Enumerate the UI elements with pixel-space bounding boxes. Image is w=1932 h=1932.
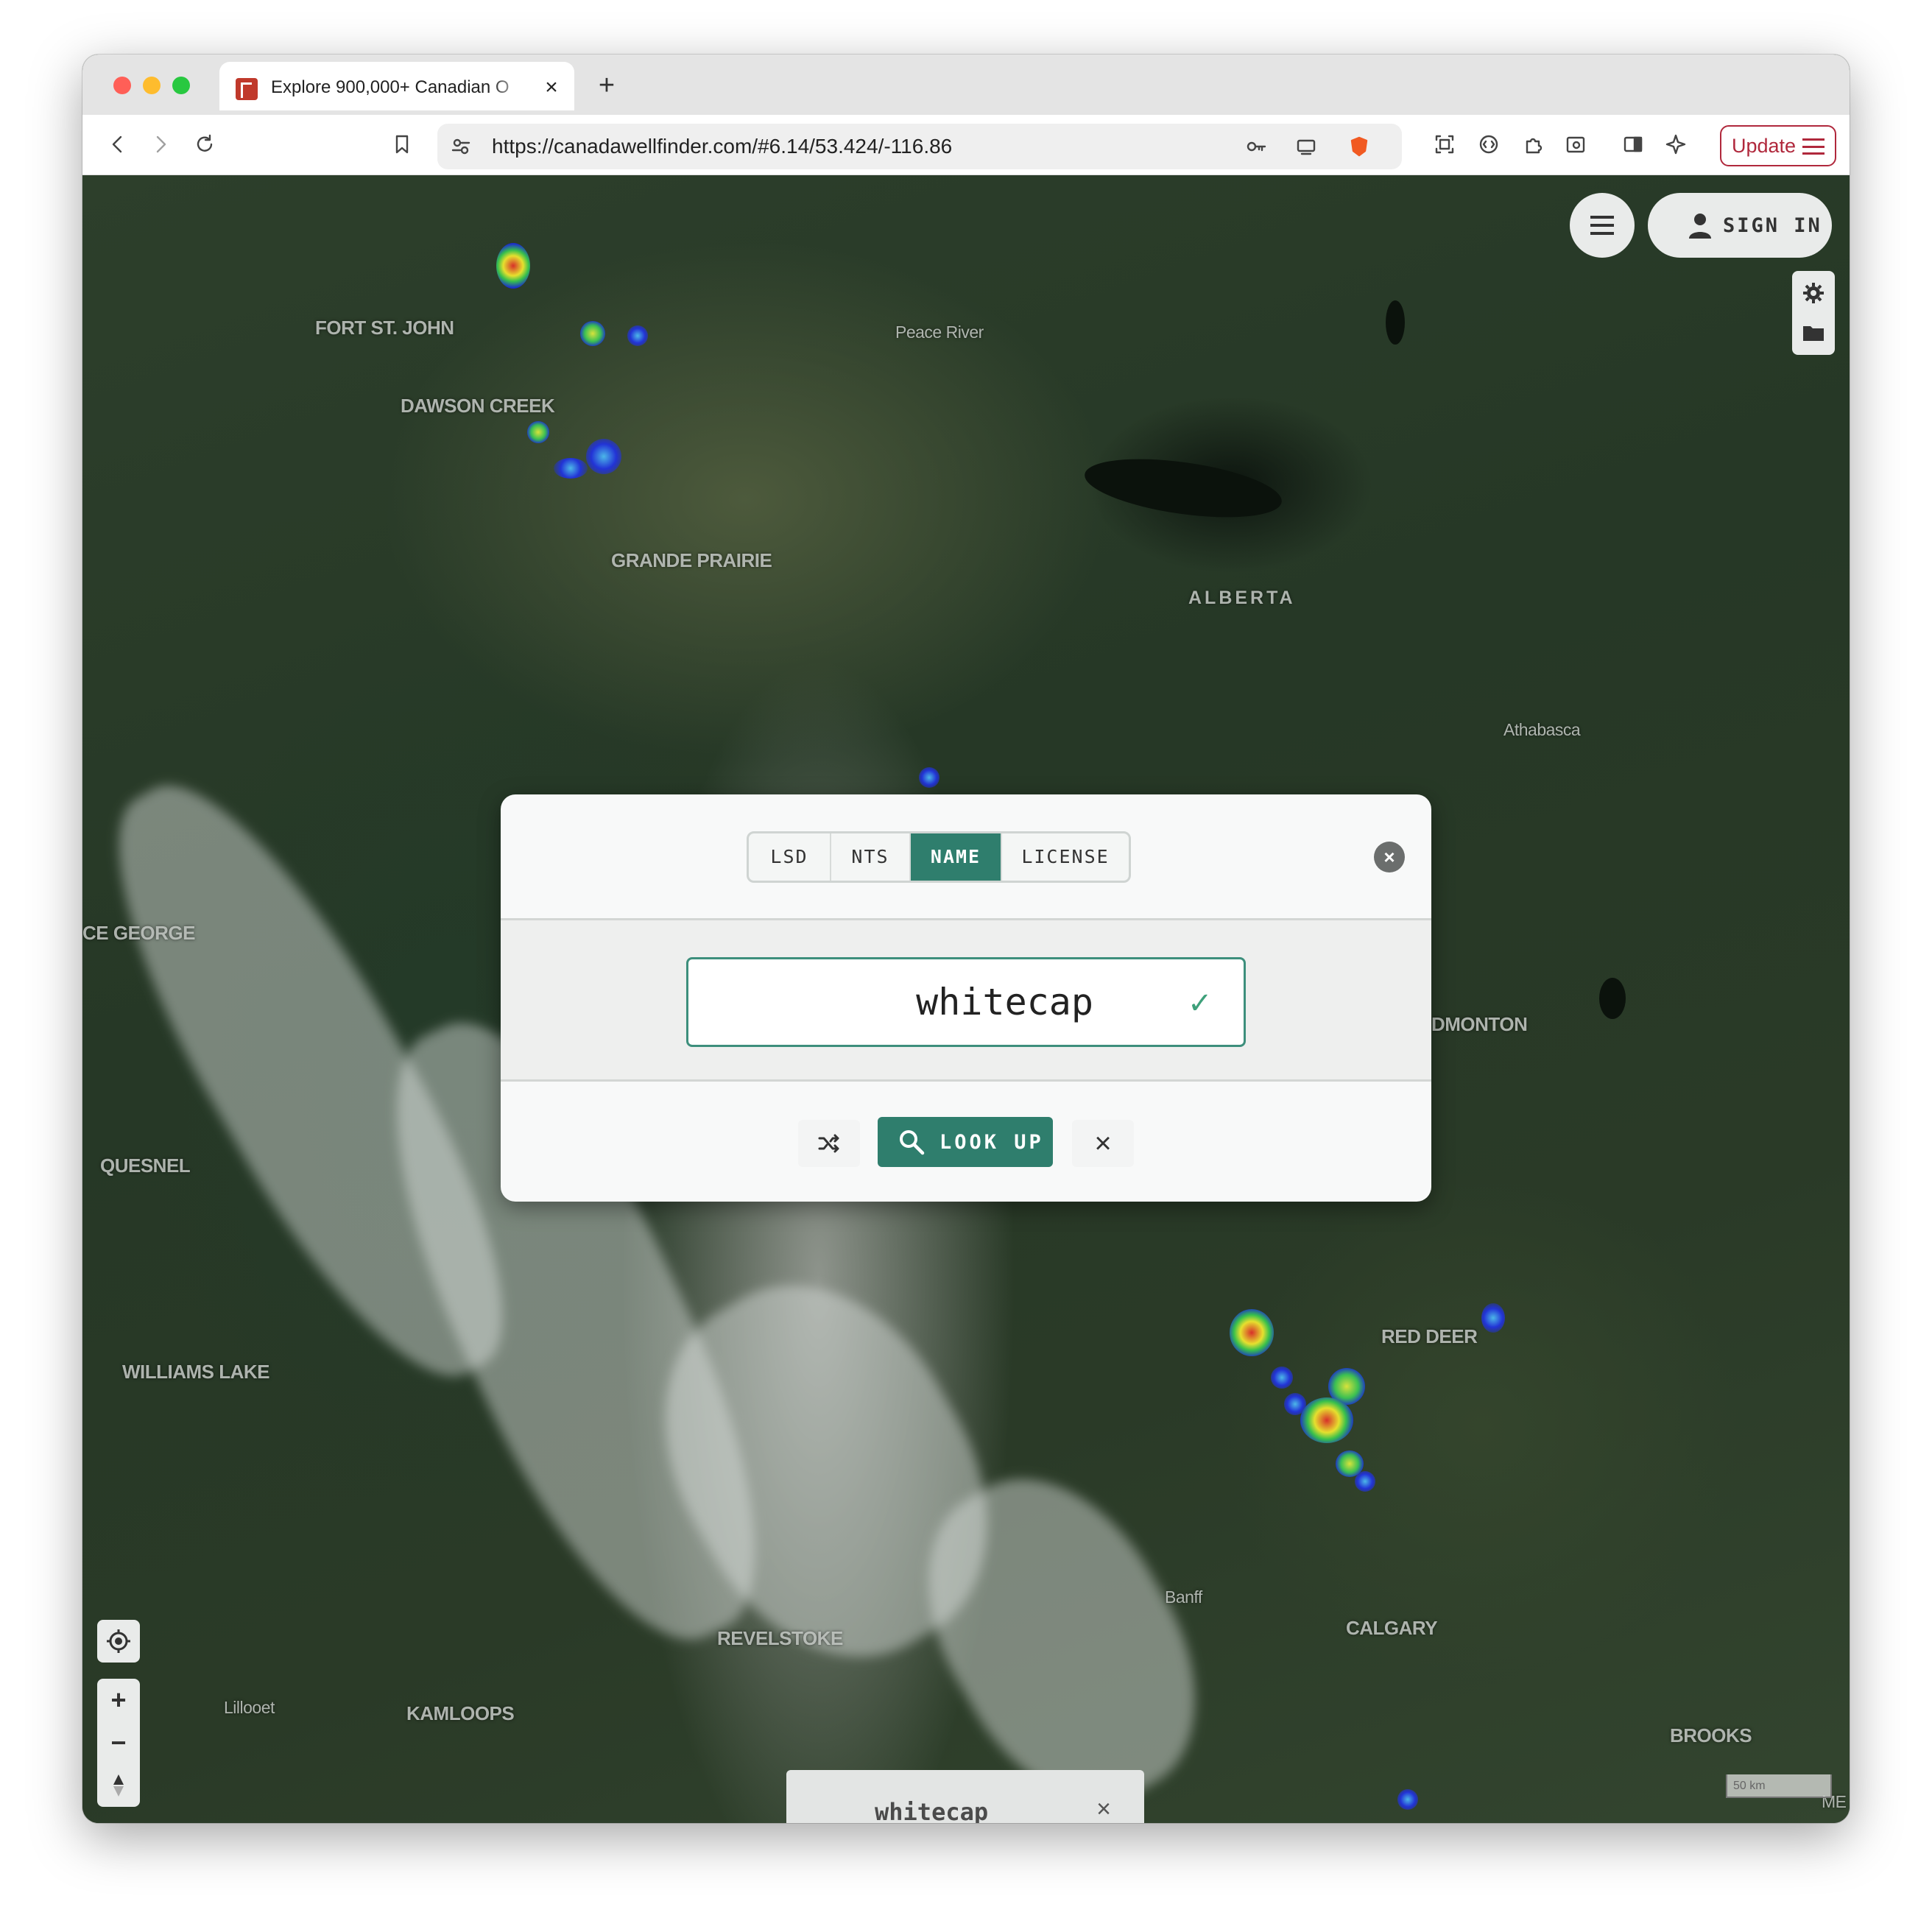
name-input-box: ✓ [686, 957, 1246, 1047]
folder-icon[interactable] [1792, 312, 1835, 353]
map-label-athabasca: Athabasca [1503, 720, 1581, 739]
map-label-red-deer: RED DEER [1381, 1325, 1478, 1347]
map-label-revelstoke: REVELSTOKE [717, 1627, 843, 1649]
sidebar-icon[interactable] [1617, 128, 1649, 161]
well-heat-spot[interactable] [1230, 1309, 1274, 1356]
well-heat-spot[interactable] [1481, 1303, 1505, 1333]
zoom-out-button[interactable]: − [97, 1721, 140, 1764]
leo-ai-icon[interactable] [1660, 128, 1692, 161]
search-chip-close-button[interactable]: × [1085, 1791, 1122, 1823]
map-label-peace-river: Peace River [895, 322, 984, 342]
search-icon [900, 1130, 925, 1155]
browser-toolbar: https://canadawellfinder.com/#6.14/53.42… [82, 115, 1850, 175]
lookup-modal: LSD NTS NAME LICENSE × ✓ LOOK UP × [501, 794, 1431, 1202]
look-up-label: LOOK UP [939, 1130, 1044, 1154]
modal-close-button[interactable]: × [1374, 842, 1405, 872]
menu-icon [1802, 138, 1825, 155]
tab-name[interactable]: NAME [909, 833, 1001, 881]
map-label-alberta: ALBERTA [1188, 588, 1296, 608]
address-bar[interactable]: https://canadawellfinder.com/#6.14/53.42… [437, 124, 1402, 169]
well-heat-spot[interactable] [1300, 1397, 1353, 1443]
sign-in-label: SIGN IN [1723, 214, 1822, 237]
check-icon: ✓ [1188, 987, 1213, 1020]
map-label-brooks: BROOKS [1670, 1724, 1752, 1746]
map-label-grande-prairie: GRANDE PRAIRIE [611, 549, 772, 571]
zoom-in-button[interactable]: + [97, 1679, 140, 1721]
map-label-fort-st-john: FORT ST. JOHN [315, 317, 454, 339]
map-label-prince-george: CE GEORGE [82, 922, 195, 944]
cast-icon[interactable] [1290, 130, 1322, 163]
name-input[interactable] [696, 967, 1152, 1037]
lookup-mode-tabs: LSD NTS NAME LICENSE [747, 831, 1131, 883]
hamburger-icon [1590, 216, 1614, 235]
shuffle-icon [818, 1134, 839, 1153]
sign-in-button[interactable]: SIGN IN [1648, 193, 1832, 258]
map-label-calgary: CALGARY [1346, 1617, 1438, 1639]
well-heat-spot[interactable] [580, 321, 605, 346]
tab-title: Explore 900,000+ Canadian O [271, 77, 510, 97]
modal-body: ✓ [501, 918, 1431, 1082]
extensions-icon[interactable] [1517, 128, 1549, 161]
well-heat-spot[interactable] [527, 421, 549, 443]
well-heat-spot[interactable] [586, 439, 621, 474]
tab-close-button[interactable]: × [539, 75, 564, 100]
lake [1599, 978, 1626, 1019]
search-chip[interactable]: whitecap × [786, 1770, 1144, 1823]
map-label-quesnel: QUESNEL [100, 1154, 191, 1177]
well-heat-spot[interactable] [1397, 1789, 1418, 1810]
lake [1386, 300, 1405, 345]
well-heat-spot[interactable] [919, 767, 939, 788]
screenshot-icon[interactable] [1428, 128, 1461, 161]
map-label-williams-lake: WILLIAMS LAKE [122, 1361, 270, 1383]
tab-strip: Explore 900,000+ Canadian O × + [82, 54, 1850, 115]
browser-window: Explore 900,000+ Canadian O × + https://… [82, 54, 1850, 1823]
well-heat-spot[interactable] [554, 458, 588, 479]
map-label-lillooet: Lillooet [224, 1698, 275, 1717]
map-label-edmonton: DMONTON [1431, 1013, 1528, 1035]
key-icon[interactable] [1240, 130, 1272, 163]
browser-tab[interactable]: Explore 900,000+ Canadian O × [219, 62, 574, 110]
favicon-icon [236, 78, 258, 100]
well-heat-spot[interactable] [1271, 1367, 1293, 1389]
reload-icon[interactable] [188, 128, 221, 161]
wallet-icon[interactable] [1559, 128, 1592, 161]
map-label-banff: Banff [1165, 1587, 1202, 1607]
map-label-kamloops: KAMLOOPS [406, 1702, 515, 1724]
gear-icon[interactable] [1792, 272, 1835, 314]
modal-footer: LOOK UP × [501, 1082, 1431, 1202]
back-icon[interactable] [102, 128, 134, 161]
user-icon [1689, 214, 1711, 239]
shuffle-button[interactable] [798, 1120, 860, 1167]
maximize-window-button[interactable] [172, 77, 190, 94]
new-tab-button[interactable]: + [590, 69, 623, 102]
tab-nts[interactable]: NTS [830, 833, 909, 881]
bookmark-icon[interactable] [386, 128, 418, 161]
well-heat-spot[interactable] [1355, 1471, 1375, 1492]
forward-icon[interactable] [144, 128, 177, 161]
url-text[interactable]: https://canadawellfinder.com/#6.14/53.42… [492, 135, 952, 158]
site-settings-icon[interactable] [445, 130, 477, 163]
map-label-dawson-creek: DAWSON CREEK [401, 395, 555, 417]
tab-license[interactable]: LICENSE [1001, 833, 1129, 881]
minimize-window-button[interactable] [143, 77, 161, 94]
brave-shield-icon[interactable] [1343, 130, 1375, 163]
update-button[interactable]: Update [1720, 125, 1836, 166]
map-side-tools [1792, 271, 1835, 355]
well-heat-spot[interactable] [496, 243, 530, 289]
tab-lsd[interactable]: LSD [749, 833, 830, 881]
close-window-button[interactable] [113, 77, 131, 94]
compass-icon[interactable] [97, 1764, 140, 1807]
scale-bar: 50 km [1726, 1774, 1832, 1798]
lake [1081, 448, 1286, 528]
update-label: Update [1732, 135, 1797, 157]
code-icon[interactable] [1473, 128, 1505, 161]
map-menu-button[interactable] [1570, 193, 1635, 258]
look-up-button[interactable]: LOOK UP [878, 1117, 1053, 1167]
locate-icon[interactable] [97, 1620, 140, 1663]
well-heat-spot[interactable] [627, 325, 648, 346]
search-chip-text: whitecap [875, 1798, 989, 1823]
clear-button[interactable]: × [1072, 1120, 1134, 1167]
